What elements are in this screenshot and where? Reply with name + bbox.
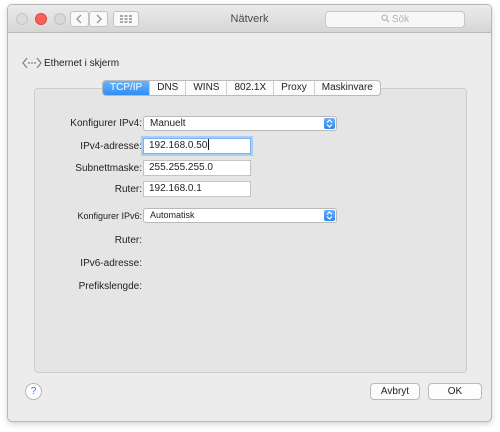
subnet-mask-label: Subnettmaske: xyxy=(75,163,142,174)
service-name: Ethernet i skjerm xyxy=(44,58,120,69)
tab-dns[interactable]: DNS xyxy=(149,81,185,95)
text-caret xyxy=(208,139,210,150)
help-icon: ? xyxy=(30,386,37,397)
router-ipv6-label: Ruter: xyxy=(114,235,142,246)
subnet-mask-value: 255.255.255.0 xyxy=(149,162,213,173)
ipv4-address-label: IPv4-adresse: xyxy=(80,141,142,152)
router-ipv4-value: 192.168.0.1 xyxy=(149,183,202,194)
ipv4-address-field[interactable]: 192.168.0.50 xyxy=(143,138,251,154)
titlebar: Nätverk Sök xyxy=(8,5,491,33)
search-icon xyxy=(381,14,390,23)
router-ipv4-label: Ruter: xyxy=(114,184,142,195)
tab-bar: TCP/IP DNS WINS 802.1X Proxy Maskinvare xyxy=(102,80,381,96)
tab-hardware[interactable]: Maskinvare xyxy=(313,81,380,95)
up-down-arrow-icon xyxy=(324,118,335,129)
ethernet-icon xyxy=(22,57,42,69)
tab-8021x[interactable]: 802.1X xyxy=(226,81,273,95)
configure-ipv4-value: Manuelt xyxy=(150,118,186,129)
search-field[interactable]: Sök xyxy=(325,11,465,28)
tab-tcpip[interactable]: TCP/IP xyxy=(103,81,150,95)
configure-ipv6-value: Automatisk xyxy=(150,210,195,220)
tab-wins[interactable]: WINS xyxy=(185,81,226,95)
configure-ipv4-popup[interactable]: Manuelt xyxy=(143,116,337,131)
cancel-button[interactable]: Avbryt xyxy=(370,383,420,400)
ipv4-address-value: 192.168.0.50 xyxy=(149,140,208,151)
network-preferences-window: Nätverk Sök Ethernet i skjerm TCP/IP DNS… xyxy=(7,4,492,422)
ipv6-address-label: IPv6-adresse: xyxy=(80,258,142,269)
prefix-length-label: Prefikslengde: xyxy=(78,281,142,292)
help-button[interactable]: ? xyxy=(25,383,42,400)
router-ipv4-field[interactable]: 192.168.0.1 xyxy=(143,181,251,197)
up-down-arrow-icon xyxy=(324,210,335,221)
subnet-mask-field[interactable]: 255.255.255.0 xyxy=(143,160,251,176)
tab-proxy[interactable]: Proxy xyxy=(273,81,314,95)
configure-ipv4-label: Konfigurer IPv4: xyxy=(70,118,142,129)
configure-ipv6-popup[interactable]: Automatisk xyxy=(143,208,337,223)
ok-button[interactable]: OK xyxy=(428,383,482,400)
search-placeholder: Sök xyxy=(391,14,410,25)
configure-ipv6-label: Konfigurer IPv6: xyxy=(77,211,142,221)
